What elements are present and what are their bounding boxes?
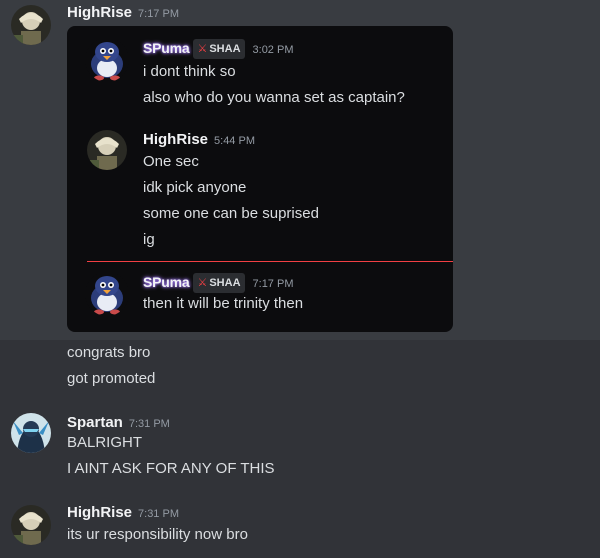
message-line: some one can be suprised [143,205,319,222]
message-line: BALRIGHT [67,434,143,451]
penguin-avatar-icon [85,272,129,316]
message-line: then it will be trinity then [143,295,304,312]
username[interactable]: HighRise [67,504,132,521]
username[interactable]: HighRise [67,4,132,21]
server-tag: ⚔ SHAA [193,39,245,59]
message-line: i dont think so [143,63,236,80]
sword-icon: ⚔ [197,43,208,55]
username: SPuma [143,274,190,290]
timestamp: 7:31 PM [128,418,170,430]
timestamp: 7:17 PM [252,278,294,290]
timestamp: 3:02 PM [252,44,294,56]
message-line: I AINT ASK FOR ANY OF THIS [67,460,275,477]
penguin-avatar-icon [85,38,129,82]
highrise-avatar-icon [11,505,51,545]
timestamp: 5:44 PM [214,135,255,147]
message-line: also who do you wanna set as captain? [143,89,405,106]
message-line: got promoted [67,370,156,387]
sword-icon: ⚔ [197,277,208,289]
username: SPuma [143,40,190,56]
avatar-highrise[interactable] [11,505,51,545]
avatar-spartan[interactable] [11,413,51,453]
timestamp: 7:17 PM [138,8,179,20]
message-line: its ur responsibility now bro [67,526,248,543]
spartan-avatar-icon [11,413,51,453]
highrise-avatar-icon [11,5,51,45]
message-line: ig [143,231,155,248]
new-messages-divider [87,261,453,262]
username: HighRise [143,131,209,148]
message-line: idk pick anyone [143,179,247,196]
avatar-highrise[interactable] [11,5,51,45]
message-line: One sec [143,153,199,170]
server-tag: ⚔ SHAA [193,273,245,293]
username[interactable]: Spartan [67,414,123,431]
avatar-spuma [85,272,129,316]
forwarded-screenshot-panel[interactable]: SPuma ⚔ SHAA 3:02 PM i dont think so also w… [67,26,453,332]
highrise-avatar-icon [87,130,127,170]
message-line: congrats bro [67,344,151,361]
timestamp: 7:31 PM [138,508,179,520]
avatar-spuma [85,38,129,82]
avatar-highrise [87,130,127,170]
